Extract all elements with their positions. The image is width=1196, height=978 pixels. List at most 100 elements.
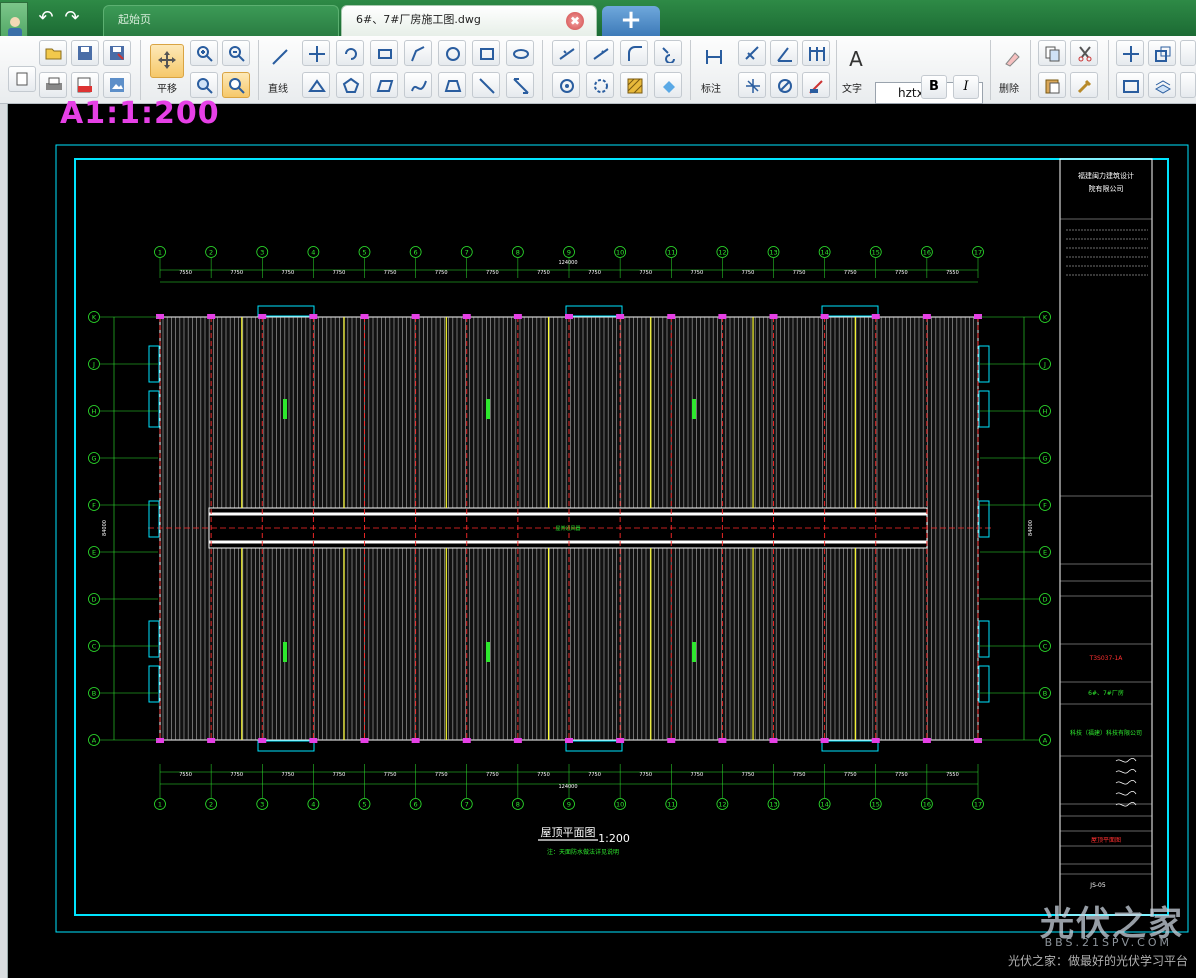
title-block-drawing-number: JS-05: [1089, 882, 1106, 889]
italic-button[interactable]: I: [953, 75, 979, 99]
arrow-line-tool-button[interactable]: [472, 72, 500, 98]
fillet-tool-button[interactable]: [620, 40, 648, 66]
triangle-tool-button[interactable]: [302, 72, 330, 98]
span-dimension-bottom: 7750: [588, 772, 601, 778]
span-dimension-top: 7750: [639, 270, 652, 276]
span-dimension-bottom: 7750: [793, 772, 806, 778]
rectangle-tool-button[interactable]: [472, 40, 500, 66]
radius-dimension-button[interactable]: [738, 72, 766, 98]
gutter-marker-left: [148, 500, 160, 538]
cut-button[interactable]: [1070, 40, 1098, 66]
polyline-tool-button[interactable]: [404, 40, 432, 66]
axis-label-left: D: [91, 596, 96, 604]
print-button[interactable]: [39, 72, 67, 98]
layer-button[interactable]: [1148, 72, 1176, 98]
cad-app-window: ↶ ↷ 起始页 6#、7#厂房施工图.dwg ✖ + 平移 直线 标注 A 文字…: [0, 0, 1196, 978]
pan-label: 平移: [157, 84, 177, 95]
leader-button[interactable]: [802, 72, 830, 98]
span-dimension-bottom: 7750: [690, 772, 703, 778]
plan-title: 屋顶平面图: [541, 826, 596, 839]
undo-icon[interactable]: ↶: [36, 8, 56, 28]
move-tool-button[interactable]: [302, 40, 330, 66]
slope-annotation: [692, 399, 696, 419]
drain-marker-bottom: [411, 738, 420, 743]
axis-label-left: A: [92, 737, 97, 745]
tab-start-page[interactable]: 起始页: [103, 5, 339, 36]
axis-label-top: 3: [260, 249, 264, 257]
double-arrow-tool-button[interactable]: [506, 72, 534, 98]
span-dimension-top: 7750: [690, 270, 703, 276]
drain-marker-top: [156, 314, 164, 319]
extend-tool-button[interactable]: [586, 40, 614, 66]
circle-tool-button[interactable]: [438, 40, 466, 66]
drain-marker-top: [974, 314, 982, 319]
polygon-tool-button[interactable]: [336, 72, 364, 98]
break-tool-button[interactable]: [654, 40, 682, 66]
paste-button[interactable]: [1038, 72, 1066, 98]
more-tools-button[interactable]: [1180, 40, 1196, 66]
fill-tool-button[interactable]: [654, 72, 682, 98]
trim-tool-button[interactable]: [552, 40, 580, 66]
axis-label-left: H: [92, 408, 97, 416]
zoom-out-button[interactable]: [222, 40, 250, 66]
offset-tool-button[interactable]: [552, 72, 580, 98]
axis-label-bottom: 11: [667, 801, 675, 809]
gutter-marker-bottom: [821, 740, 879, 752]
close-icon[interactable]: ✖: [566, 12, 584, 30]
ellipse-tool-button[interactable]: [506, 40, 534, 66]
span-dimension-bottom: 7750: [281, 772, 294, 778]
angular-dimension-button[interactable]: [770, 40, 798, 66]
copy-tool-button[interactable]: [370, 40, 398, 66]
zoom-in-button[interactable]: [190, 40, 218, 66]
save-as-button[interactable]: [103, 40, 131, 66]
new-file-button[interactable]: [8, 66, 36, 92]
hatch-tool-button[interactable]: [620, 72, 648, 98]
more-tools-button-2[interactable]: [1180, 72, 1196, 98]
continuous-dimension-button[interactable]: [802, 40, 830, 66]
zoom-extents-button[interactable]: [190, 72, 218, 98]
match-properties-button[interactable]: [1070, 72, 1098, 98]
left-panel-strip[interactable]: [0, 104, 8, 978]
redo-icon[interactable]: ↷: [62, 8, 82, 28]
pan-button[interactable]: [150, 44, 184, 78]
ridge-note: 屋脊通风器: [555, 525, 580, 532]
line-tool-button[interactable]: [266, 44, 294, 70]
parallelogram-tool-button[interactable]: [370, 72, 398, 98]
axis-label-right: E: [1043, 549, 1047, 557]
export-image-button[interactable]: [103, 72, 131, 98]
signature-scribble: [1115, 779, 1137, 785]
span-dimension-top: 7750: [281, 270, 294, 276]
span-dimension-top: 7750: [435, 270, 448, 276]
spline-tool-button[interactable]: [404, 72, 432, 98]
gutter-marker-right: [978, 500, 990, 538]
trapezoid-tool-button[interactable]: [438, 72, 466, 98]
drain-marker-top: [207, 314, 216, 319]
axis-label-top: 15: [872, 249, 880, 257]
drain-marker-bottom: [769, 738, 778, 743]
scale-object-button[interactable]: [1148, 40, 1176, 66]
diameter-dimension-button[interactable]: [770, 72, 798, 98]
bold-button[interactable]: B: [921, 75, 947, 99]
text-tool-icon[interactable]: A: [842, 46, 870, 72]
export-pdf-button[interactable]: [71, 72, 99, 98]
span-dimension-top: 7750: [384, 270, 397, 276]
array-tool-button[interactable]: [586, 72, 614, 98]
rotate-tool-button[interactable]: [336, 40, 364, 66]
move-object-button[interactable]: [1116, 40, 1144, 66]
dimension-tool-button[interactable]: [700, 44, 728, 70]
new-tab-button[interactable]: +: [602, 6, 660, 36]
axis-label-top: 11: [667, 249, 675, 257]
drawing-canvas[interactable]: A1:1:200 福建闽力建筑设计 院有限公司 T3S037-1A 6#、7#厂房 科技…: [8, 96, 1196, 978]
drain-marker-top: [922, 314, 931, 319]
drain-marker-bottom: [462, 738, 471, 743]
zoom-window-button[interactable]: [222, 72, 250, 98]
gutter-marker-top: [821, 305, 879, 317]
save-button[interactable]: [71, 40, 99, 66]
copy-button[interactable]: [1038, 40, 1066, 66]
eraser-icon[interactable]: [998, 46, 1026, 72]
aligned-dimension-button[interactable]: [738, 40, 766, 66]
overall-dimension-right: 84000: [1028, 520, 1034, 536]
open-file-button[interactable]: [39, 40, 67, 66]
block-button[interactable]: [1116, 72, 1144, 98]
tab-drawing-file[interactable]: 6#、7#厂房施工图.dwg ✖: [341, 5, 597, 36]
